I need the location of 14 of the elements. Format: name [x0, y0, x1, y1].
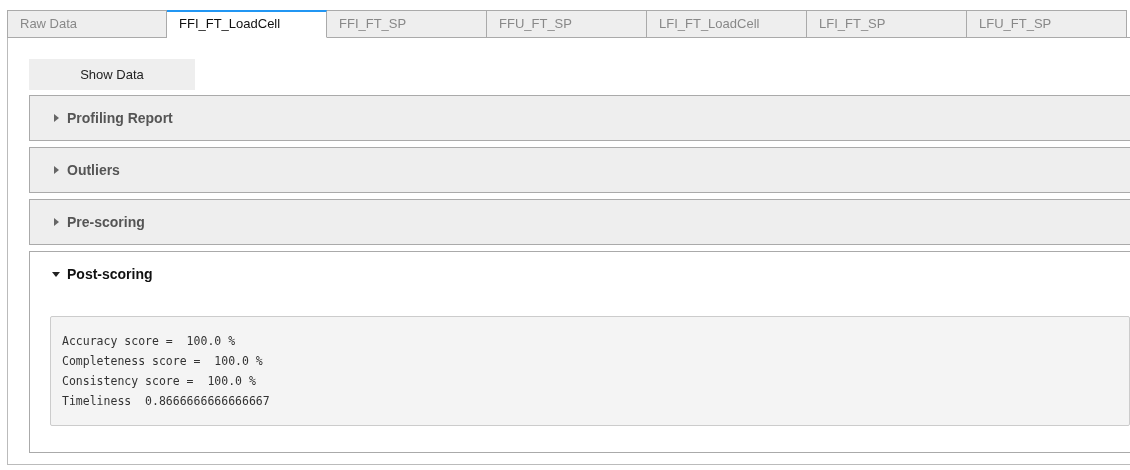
output-line: Consistency score = 100.0 % — [62, 373, 256, 390]
caret-icon — [52, 166, 60, 174]
accordion-header[interactable]: Outliers — [30, 148, 1130, 192]
show-data-button[interactable]: Show Data — [29, 59, 195, 90]
tab[interactable]: FFI_FT_LoadCell — [167, 10, 327, 38]
accordion-header[interactable]: Post-scoring — [30, 252, 1130, 296]
caret-icon — [52, 218, 60, 226]
output-line: Completeness score = 100.0 % — [62, 353, 263, 370]
caret-icon — [52, 114, 60, 122]
output-line: Timeliness 0.8666666666666667 — [62, 393, 270, 410]
accordion-header[interactable]: Pre-scoring — [30, 200, 1130, 244]
accordion-header[interactable]: Profiling Report — [30, 96, 1130, 140]
output-line: Accuracy score = 100.0 % — [62, 333, 236, 350]
caret-icon — [52, 270, 60, 278]
